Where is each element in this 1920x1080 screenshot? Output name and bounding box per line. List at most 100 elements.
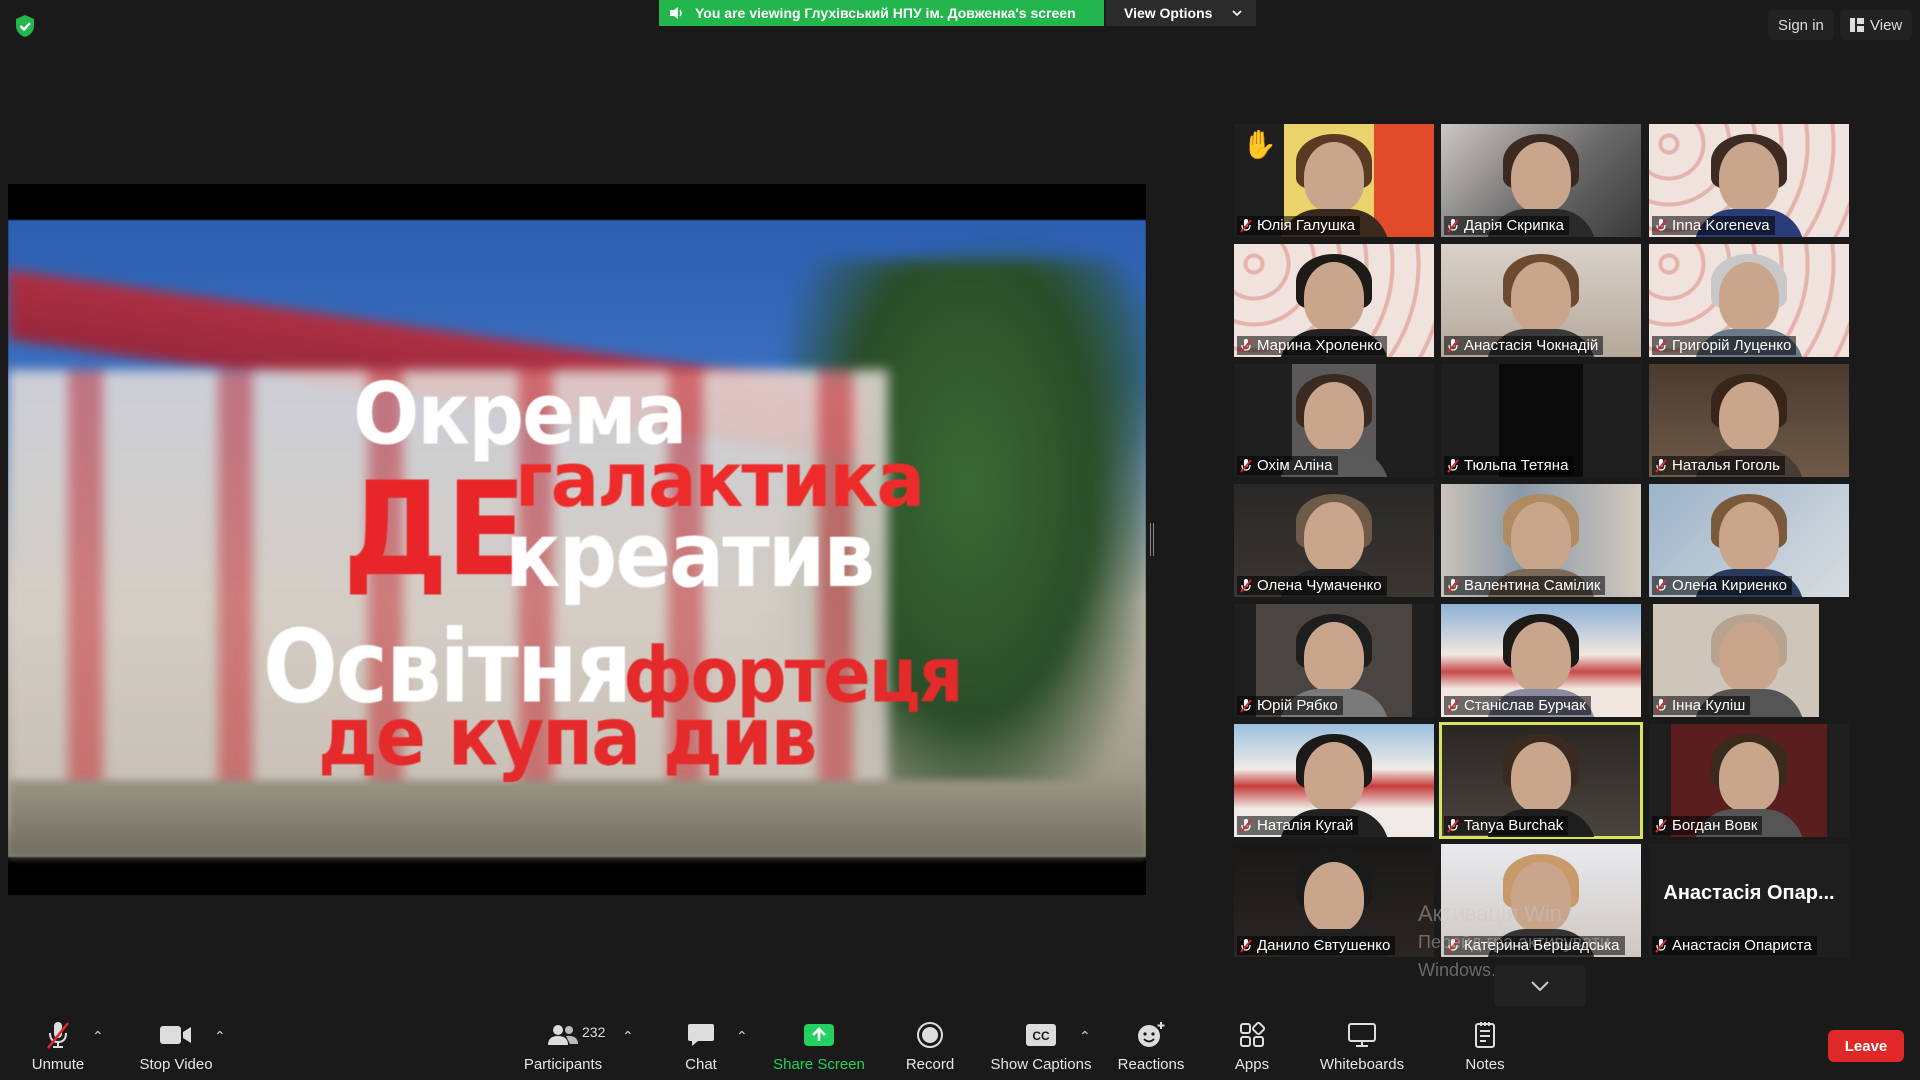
chat-label: Chat [685, 1056, 717, 1073]
participant-tile[interactable]: Марина Хроленко [1234, 244, 1434, 357]
participant-name-tag: Анастасія Чокнадій [1444, 336, 1604, 355]
share-screen-icon [804, 1024, 834, 1046]
svg-text:CC: CC [1032, 1029, 1050, 1043]
sign-in-button[interactable]: Sign in [1768, 10, 1834, 40]
reactions-label: Reactions [1117, 1056, 1185, 1073]
participant-tile[interactable]: Анастасія Чокнадій [1441, 244, 1641, 357]
participant-name-tag: Охім Аліна [1237, 456, 1338, 475]
participant-name: Охім Аліна [1257, 457, 1333, 474]
closed-captions-icon: CC [1026, 1024, 1056, 1046]
participant-name-tag: Данило Євтушенко [1237, 936, 1396, 955]
participant-name-tag: Tanya Burchak [1444, 816, 1569, 835]
participant-tile[interactable]: ✋ Юлія Галушка [1234, 124, 1434, 237]
video-options-caret-icon[interactable]: ⌃ [214, 1028, 226, 1045]
microphone-muted-icon [1240, 458, 1252, 473]
participant-tile[interactable]: Inna Koreneva [1649, 124, 1849, 237]
chevron-down-icon [1531, 981, 1549, 991]
participants-options-caret-icon[interactable]: ⌃ [622, 1028, 634, 1045]
participant-name: Марина Хроленко [1257, 337, 1383, 354]
chat-button[interactable]: Chat [678, 1018, 724, 1078]
whiteboards-button[interactable]: Whiteboards [1314, 1018, 1410, 1078]
participant-tile[interactable]: Охім Аліна [1234, 364, 1434, 477]
captions-options-caret-icon[interactable]: ⌃ [1079, 1028, 1091, 1045]
smiley-reaction-icon [1138, 1022, 1165, 1047]
microphone-muted-icon [1240, 938, 1252, 953]
reactions-button[interactable]: Reactions [1118, 1018, 1184, 1078]
meeting-toolbar: Unmute ⌃ Stop Video ⌃ Participants 232 ⌃… [0, 1010, 1920, 1080]
participant-name-tag: Анастасія Опариста [1652, 936, 1817, 955]
view-options-button[interactable]: View Options [1106, 0, 1256, 26]
show-captions-label: Show Captions [990, 1056, 1092, 1073]
participant-tile[interactable]: Григорій Луценко [1649, 244, 1849, 357]
notes-icon [1475, 1022, 1495, 1048]
participant-tile[interactable]: Наталія Кугай [1234, 724, 1434, 837]
microphone-muted-icon [1447, 458, 1459, 473]
participant-name: Юрій Рябко [1257, 697, 1338, 714]
participant-name-tag: Юлія Галушка [1237, 216, 1360, 235]
whiteboards-label: Whiteboards [1319, 1056, 1405, 1073]
participant-name-tag: Інна Куліш [1652, 696, 1751, 715]
whiteboard-icon [1348, 1023, 1376, 1047]
participant-tile[interactable]: Станіслав Бурчак [1441, 604, 1641, 717]
watermark-line-2: Перейд гра активувати [1418, 932, 1610, 952]
chat-options-caret-icon[interactable]: ⌃ [736, 1028, 748, 1045]
split-view-resize-handle[interactable] [1150, 523, 1154, 556]
participant-tile[interactable]: Валентина Самілик [1441, 484, 1641, 597]
zoom-meeting-window: You are viewing Глухівський НПУ ім. Довж… [0, 0, 1920, 1080]
unmute-label: Unmute [31, 1056, 85, 1073]
microphone-muted-icon [1447, 218, 1459, 233]
participant-tile[interactable]: Тюльпа Тетяна [1441, 364, 1641, 477]
participant-name: Дарія Скрипка [1464, 217, 1564, 234]
participant-name: Тюльпа Тетяна [1464, 457, 1569, 474]
apps-button[interactable]: Apps [1232, 1018, 1272, 1078]
participant-name: Данило Євтушенко [1257, 937, 1391, 954]
share-screen-label: Share Screen [773, 1056, 865, 1073]
record-button[interactable]: Record [902, 1018, 958, 1078]
participant-tile[interactable]: Данило Євтушенко [1234, 844, 1434, 957]
participant-tile[interactable]: Наталья Гоголь [1649, 364, 1849, 477]
view-layout-button[interactable]: View [1840, 10, 1913, 40]
share-screen-button[interactable]: Share Screen [772, 1018, 866, 1078]
participant-name: Олена Кириенко [1672, 577, 1787, 594]
participants-icon [548, 1025, 578, 1045]
stop-video-button[interactable]: Stop Video [134, 1018, 218, 1078]
participant-name-tag: Inna Koreneva [1652, 216, 1775, 235]
audio-options-caret-icon[interactable]: ⌃ [92, 1028, 104, 1045]
microphone-muted-icon [1655, 938, 1667, 953]
participant-tile[interactable]: Інна Куліш [1649, 604, 1849, 717]
leave-label: Leave [1844, 1037, 1888, 1055]
microphone-muted-icon [1240, 698, 1252, 713]
notes-label: Notes [1465, 1056, 1505, 1073]
notes-button[interactable]: Notes [1462, 1018, 1508, 1078]
apps-icon [1240, 1022, 1265, 1047]
participant-tile[interactable]: Юрій Рябко [1234, 604, 1434, 717]
participant-name: Наталія Кугай [1257, 817, 1354, 834]
participant-name-tag: Богдан Вовк [1652, 816, 1763, 835]
participant-tile[interactable]: Tanya Burchak [1439, 722, 1643, 839]
microphone-muted-icon [1240, 578, 1252, 593]
participant-name-tag: Олена Чумаченко [1237, 576, 1387, 595]
participant-name: Богдан Вовк [1672, 817, 1758, 834]
microphone-muted-icon [1447, 338, 1459, 353]
gallery-next-page-button[interactable] [1494, 966, 1586, 1006]
participant-name-tag: Олена Кириенко [1652, 576, 1792, 595]
encryption-shield-icon[interactable] [14, 14, 36, 38]
microphone-muted-icon [1655, 218, 1667, 233]
viewing-banner-text: You are viewing Глухівський НПУ ім. Довж… [695, 5, 1076, 21]
unmute-button[interactable]: Unmute [26, 1018, 90, 1078]
participant-tile[interactable]: Олена Чумаченко [1234, 484, 1434, 597]
microphone-muted-icon [1447, 818, 1459, 833]
participant-tile[interactable]: Дарія Скрипка [1441, 124, 1641, 237]
participant-tile[interactable]: Анастасія Опар... Анастасія Опариста [1649, 844, 1849, 957]
layout-grid-icon [1850, 18, 1864, 32]
stop-video-label: Stop Video [139, 1056, 213, 1073]
slogan-line-3: ДЕ [343, 453, 527, 605]
microphone-muted-icon [1447, 578, 1459, 593]
shared-screen[interactable]: Окрема ДЕ галактика креатив Освітня форт… [8, 184, 1146, 895]
speaker-icon [670, 7, 682, 19]
leave-meeting-button[interactable]: Leave [1828, 1030, 1904, 1062]
participant-tile[interactable]: Богдан Вовк [1649, 724, 1849, 837]
record-icon [917, 1022, 943, 1048]
show-captions-button[interactable]: CC Show Captions [990, 1018, 1092, 1078]
participant-tile[interactable]: Олена Кириенко [1649, 484, 1849, 597]
